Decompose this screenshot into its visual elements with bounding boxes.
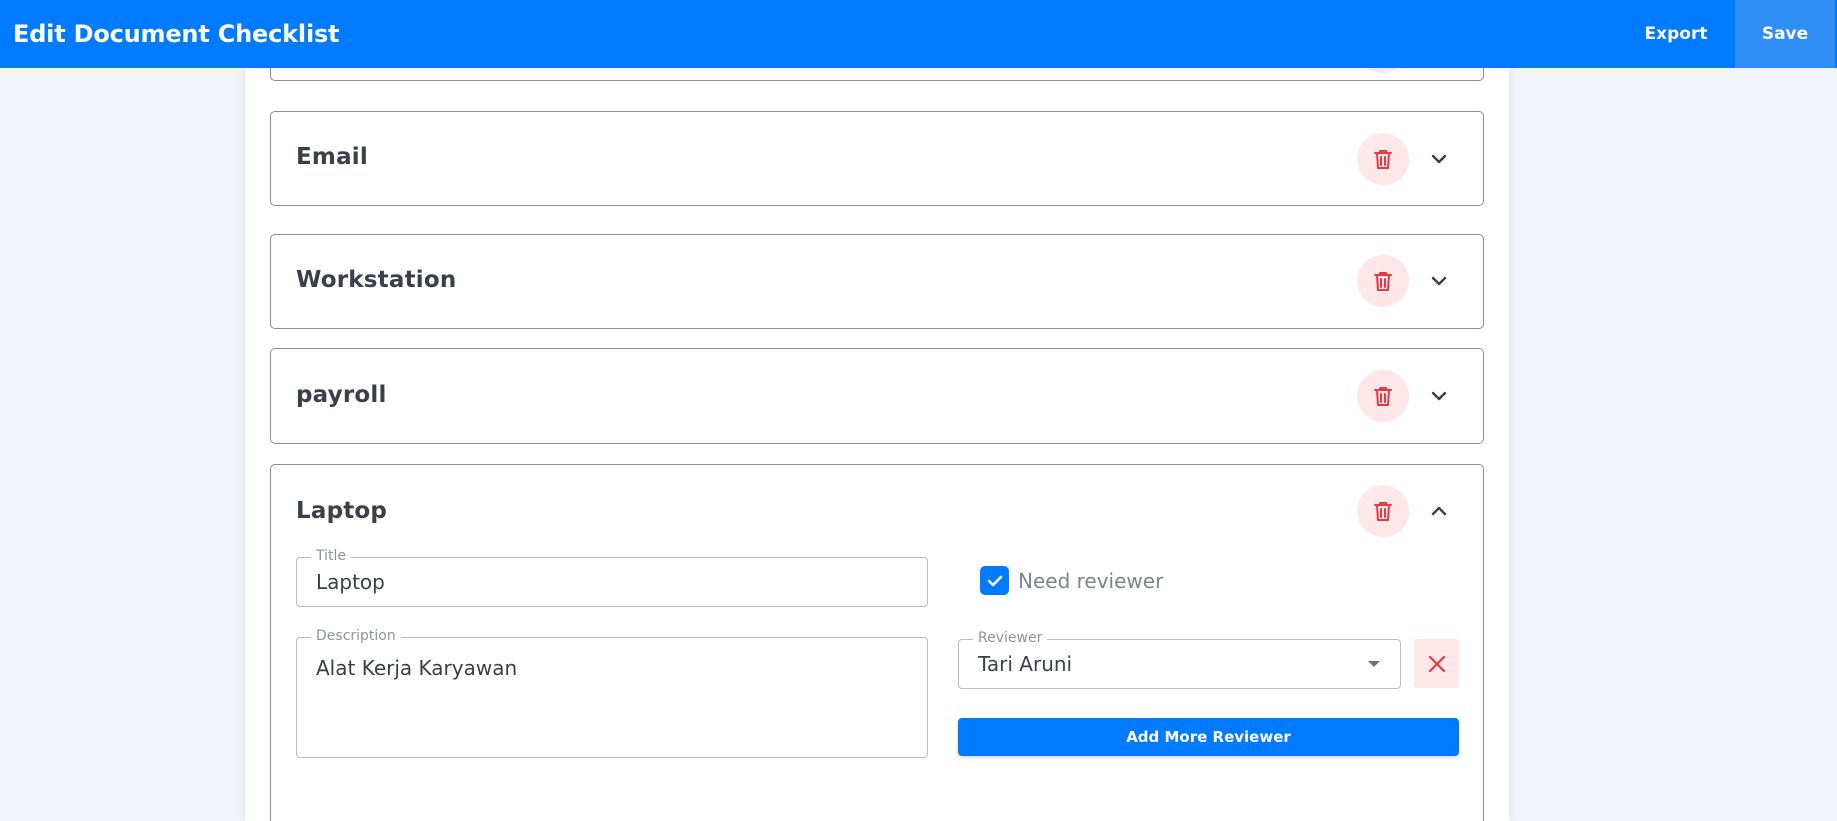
chevron-up-icon — [1431, 506, 1447, 516]
close-icon — [1428, 655, 1445, 672]
add-more-reviewer-button[interactable]: Add More Reviewer — [958, 718, 1459, 756]
save-button[interactable]: Save — [1735, 0, 1835, 68]
description-field-label: Description — [311, 628, 401, 644]
title-field-label: Title — [311, 548, 352, 564]
title-field-value: Laptop — [316, 570, 385, 594]
reviewer-select[interactable]: Reviewer Tari Aruni — [958, 630, 1401, 689]
need-reviewer-label: Need reviewer — [1018, 568, 1164, 593]
trash-icon — [1374, 150, 1392, 169]
need-reviewer-row: Need reviewer — [980, 566, 1163, 595]
checklist-item-payroll: payroll — [270, 348, 1484, 444]
need-reviewer-checkbox[interactable] — [980, 566, 1009, 595]
trash-icon — [1374, 272, 1392, 291]
delete-item-button[interactable] — [1357, 485, 1409, 537]
item-title: Email — [296, 144, 368, 170]
page-title: Edit Document Checklist — [13, 20, 340, 48]
collapse-item-button[interactable] — [1427, 499, 1451, 523]
checklist-item-laptop: Laptop Title Laptop Need reviewer Descri… — [270, 464, 1484, 821]
title-field[interactable]: Title Laptop — [296, 548, 928, 607]
checklist-panel: Email Workstation payroll Laptop Title L… — [245, 21, 1509, 821]
item-title: Laptop — [296, 498, 388, 524]
remove-reviewer-button[interactable] — [1414, 639, 1459, 688]
trash-icon — [1374, 387, 1392, 406]
export-button[interactable]: Export — [1617, 0, 1735, 68]
trash-icon — [1374, 502, 1392, 521]
checkmark-icon — [987, 575, 1002, 586]
description-field[interactable]: Description Alat Kerja Karyawan — [296, 628, 928, 758]
expand-item-button[interactable] — [1427, 147, 1451, 171]
checklist-item-workstation: Workstation — [270, 234, 1484, 329]
delete-item-button[interactable] — [1357, 255, 1409, 307]
reviewer-select-label: Reviewer — [973, 630, 1048, 646]
item-title: payroll — [296, 382, 387, 408]
expand-item-button[interactable] — [1427, 384, 1451, 408]
top-app-bar: Edit Document Checklist Export Save — [0, 0, 1837, 68]
reviewer-select-value: Tari Aruni — [978, 652, 1073, 676]
item-title: Workstation — [296, 267, 457, 293]
description-field-value: Alat Kerja Karyawan — [316, 656, 518, 680]
delete-item-button[interactable] — [1357, 133, 1409, 185]
caret-down-icon — [1368, 661, 1380, 667]
expand-item-button[interactable] — [1427, 269, 1451, 293]
chevron-down-icon — [1431, 276, 1447, 286]
chevron-down-icon — [1431, 154, 1447, 164]
delete-item-button[interactable] — [1357, 370, 1409, 422]
chevron-down-icon — [1431, 391, 1447, 401]
checklist-item-email: Email — [270, 111, 1484, 206]
